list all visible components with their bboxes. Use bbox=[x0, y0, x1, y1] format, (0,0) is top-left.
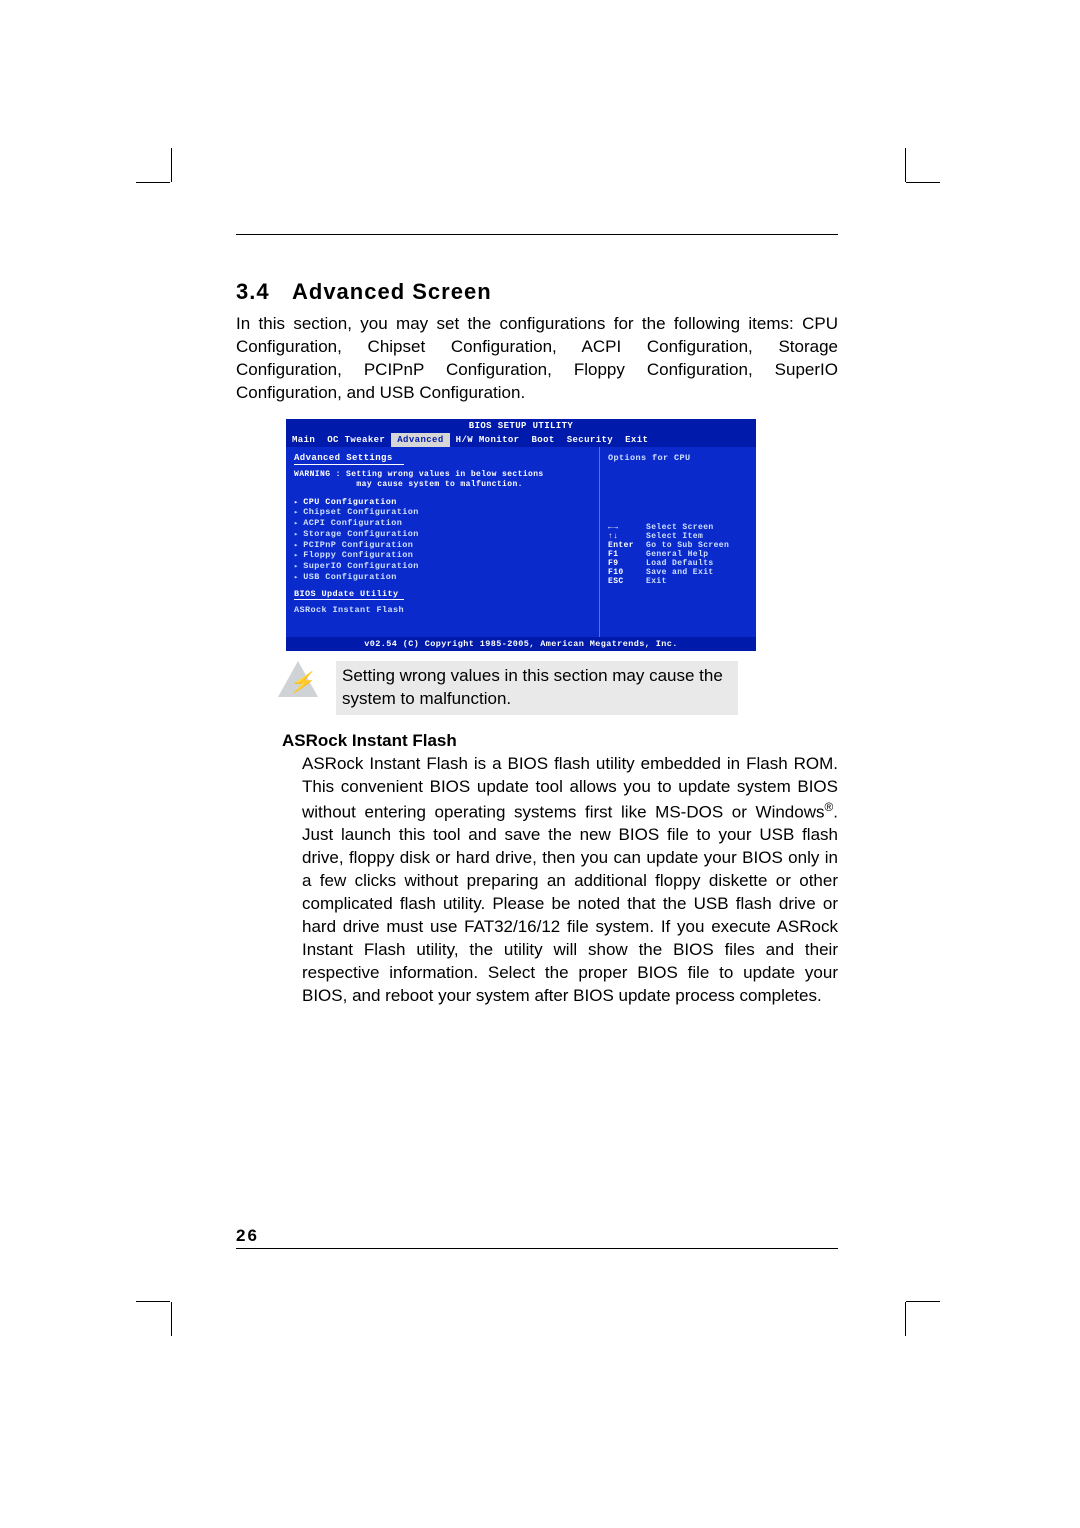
bios-warning: WARNING : Setting wrong values in below … bbox=[294, 470, 591, 491]
menu-cpu-configuration[interactable]: CPU Configuration bbox=[294, 497, 591, 508]
header-underline bbox=[294, 464, 404, 465]
key-esc: ESC bbox=[608, 577, 646, 586]
crop-mark bbox=[136, 1301, 170, 1302]
top-rule bbox=[236, 234, 838, 235]
menu-asrock-instant-flash[interactable]: ASRock Instant Flash bbox=[294, 605, 591, 615]
key-enter-desc: Go to Sub Screen bbox=[646, 541, 733, 550]
menu-acpi-configuration[interactable]: ACPI Configuration bbox=[294, 518, 591, 529]
crop-mark bbox=[906, 1301, 940, 1302]
tab-exit[interactable]: Exit bbox=[619, 433, 654, 447]
menu-floppy-configuration[interactable]: Floppy Configuration bbox=[294, 550, 591, 561]
bios-warning-line2: may cause system to malfunction. bbox=[356, 480, 522, 489]
key-enter: Enter bbox=[608, 541, 646, 550]
registered-symbol: ® bbox=[825, 800, 834, 814]
key-ud-desc: Select Item bbox=[646, 532, 733, 541]
key-f9-desc: Load Defaults bbox=[646, 559, 733, 568]
crop-mark bbox=[906, 182, 940, 183]
tab-hw-monitor[interactable]: H/W Monitor bbox=[450, 433, 526, 447]
bios-footer: v02.54 (C) Copyright 1985-2005, American… bbox=[286, 637, 756, 651]
bios-update-underline bbox=[294, 599, 404, 600]
crop-mark bbox=[905, 148, 906, 182]
crop-mark bbox=[905, 1302, 906, 1336]
advanced-settings-header: Advanced Settings bbox=[294, 453, 591, 463]
asrock-heading: ASRock Instant Flash bbox=[282, 731, 838, 751]
bios-right-pane: Options for CPU ←→Select Screen ↑↓Select… bbox=[600, 447, 756, 637]
warning-icon: ⚡ bbox=[278, 661, 318, 701]
tab-boot[interactable]: Boot bbox=[525, 433, 560, 447]
tab-oc-tweaker[interactable]: OC Tweaker bbox=[321, 433, 391, 447]
key-f1: F1 bbox=[608, 550, 646, 559]
bottom-rule bbox=[236, 1248, 838, 1249]
tab-security[interactable]: Security bbox=[561, 433, 619, 447]
page-number: 26 bbox=[236, 1226, 259, 1246]
bios-title: BIOS SETUP UTILITY bbox=[286, 419, 756, 433]
options-for-cpu: Options for CPU bbox=[608, 453, 748, 463]
key-f10: F10 bbox=[608, 568, 646, 577]
bios-tabs: Main OC Tweaker Advanced H/W Monitor Boo… bbox=[286, 433, 756, 447]
warning-callout-text: Setting wrong values in this section may… bbox=[336, 661, 738, 715]
asrock-body-b: . Just launch this tool and save the new… bbox=[302, 802, 838, 1005]
crop-mark bbox=[171, 1302, 172, 1336]
bios-warning-line1: WARNING : Setting wrong values in below … bbox=[294, 470, 544, 479]
key-ud: ↑↓ bbox=[608, 532, 646, 541]
crop-mark bbox=[136, 182, 170, 183]
menu-superio-configuration[interactable]: SuperIO Configuration bbox=[294, 561, 591, 572]
key-lr: ←→ bbox=[608, 523, 646, 532]
key-lr-desc: Select Screen bbox=[646, 523, 733, 532]
crop-mark bbox=[171, 148, 172, 182]
section-number: 3.4 bbox=[236, 279, 292, 305]
section-intro: In this section, you may set the configu… bbox=[236, 313, 838, 405]
menu-usb-configuration[interactable]: USB Configuration bbox=[294, 572, 591, 583]
bios-left-pane: Advanced Settings WARNING : Setting wron… bbox=[286, 447, 600, 637]
page-body: 3.4Advanced Screen In this section, you … bbox=[236, 234, 838, 1008]
asrock-body: ASRock Instant Flash is a BIOS flash uti… bbox=[302, 753, 838, 1008]
section-title: Advanced Screen bbox=[292, 279, 492, 304]
menu-storage-configuration[interactable]: Storage Configuration bbox=[294, 529, 591, 540]
key-f10-desc: Save and Exit bbox=[646, 568, 733, 577]
key-f1-desc: General Help bbox=[646, 550, 733, 559]
menu-pcipnp-configuration[interactable]: PCIPnP Configuration bbox=[294, 540, 591, 551]
key-esc-desc: Exit bbox=[646, 577, 733, 586]
bios-update-utility-header: BIOS Update Utility bbox=[294, 589, 591, 599]
asrock-body-a: ASRock Instant Flash is a BIOS flash uti… bbox=[302, 754, 838, 822]
key-legend: ←→Select Screen ↑↓Select Item EnterGo to… bbox=[608, 523, 733, 586]
bios-screenshot: BIOS SETUP UTILITY Main OC Tweaker Advan… bbox=[286, 419, 756, 651]
key-f9: F9 bbox=[608, 559, 646, 568]
tab-advanced[interactable]: Advanced bbox=[391, 433, 449, 447]
warning-callout: ⚡ Setting wrong values in this section m… bbox=[278, 661, 838, 715]
tab-main[interactable]: Main bbox=[286, 433, 321, 447]
section-heading: 3.4Advanced Screen bbox=[236, 279, 838, 305]
menu-chipset-configuration[interactable]: Chipset Configuration bbox=[294, 507, 591, 518]
